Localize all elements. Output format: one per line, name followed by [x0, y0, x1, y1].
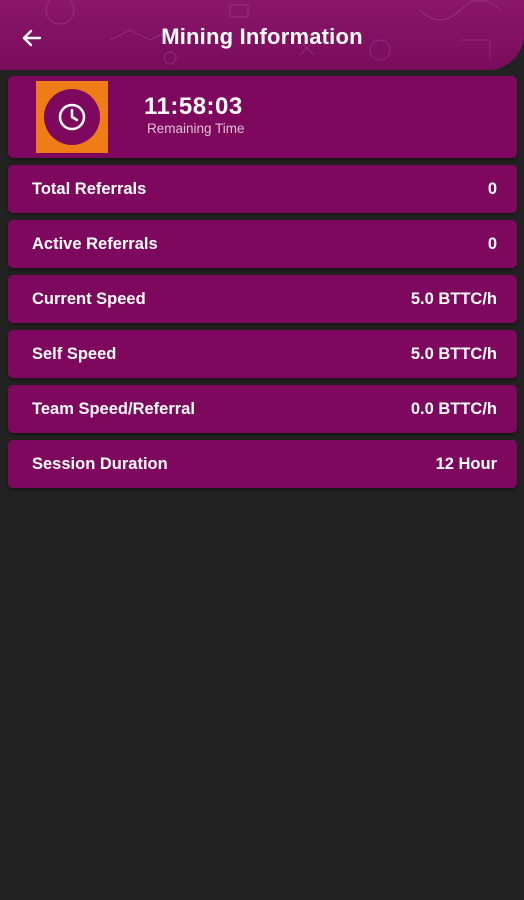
page-title: Mining Information: [161, 24, 363, 49]
stat-row-current-speed: Current Speed 5.0 BTTC/h: [8, 275, 517, 323]
stat-row-active-referrals: Active Referrals 0: [8, 220, 517, 268]
clock-icon: [58, 103, 86, 131]
remaining-time-label: Remaining Time: [147, 121, 245, 136]
timer-card: 11:58:03 Remaining Time: [8, 76, 517, 158]
stat-value: 0: [487, 179, 497, 198]
stat-label: Team Speed/Referral: [32, 399, 195, 418]
stat-value: 5.0 BTTC/h: [410, 289, 497, 308]
stat-value: 0: [487, 234, 497, 253]
stat-row-self-speed: Self Speed 5.0 BTTC/h: [8, 330, 517, 378]
stat-label: Session Duration: [32, 454, 168, 473]
stat-label: Active Referrals: [32, 234, 158, 253]
stat-row-session-duration: Session Duration 12 Hour: [8, 440, 517, 488]
stat-value: 5.0 BTTC/h: [410, 344, 497, 363]
stat-value: 0.0 BTTC/h: [410, 399, 497, 418]
stat-row-total-referrals: Total Referrals 0: [8, 165, 517, 213]
stat-row-team-speed: Team Speed/Referral 0.0 BTTC/h: [8, 385, 517, 433]
stat-label: Total Referrals: [32, 179, 147, 198]
stat-value: 12 Hour: [435, 454, 497, 473]
remaining-time-value: 11:58:03: [144, 93, 243, 120]
timer-icon-box: [36, 81, 108, 153]
app-bar: Mining Information: [0, 0, 524, 70]
timer-icon-circle: [44, 89, 100, 145]
stat-label: Current Speed: [32, 289, 146, 308]
stat-label: Self Speed: [32, 344, 117, 363]
